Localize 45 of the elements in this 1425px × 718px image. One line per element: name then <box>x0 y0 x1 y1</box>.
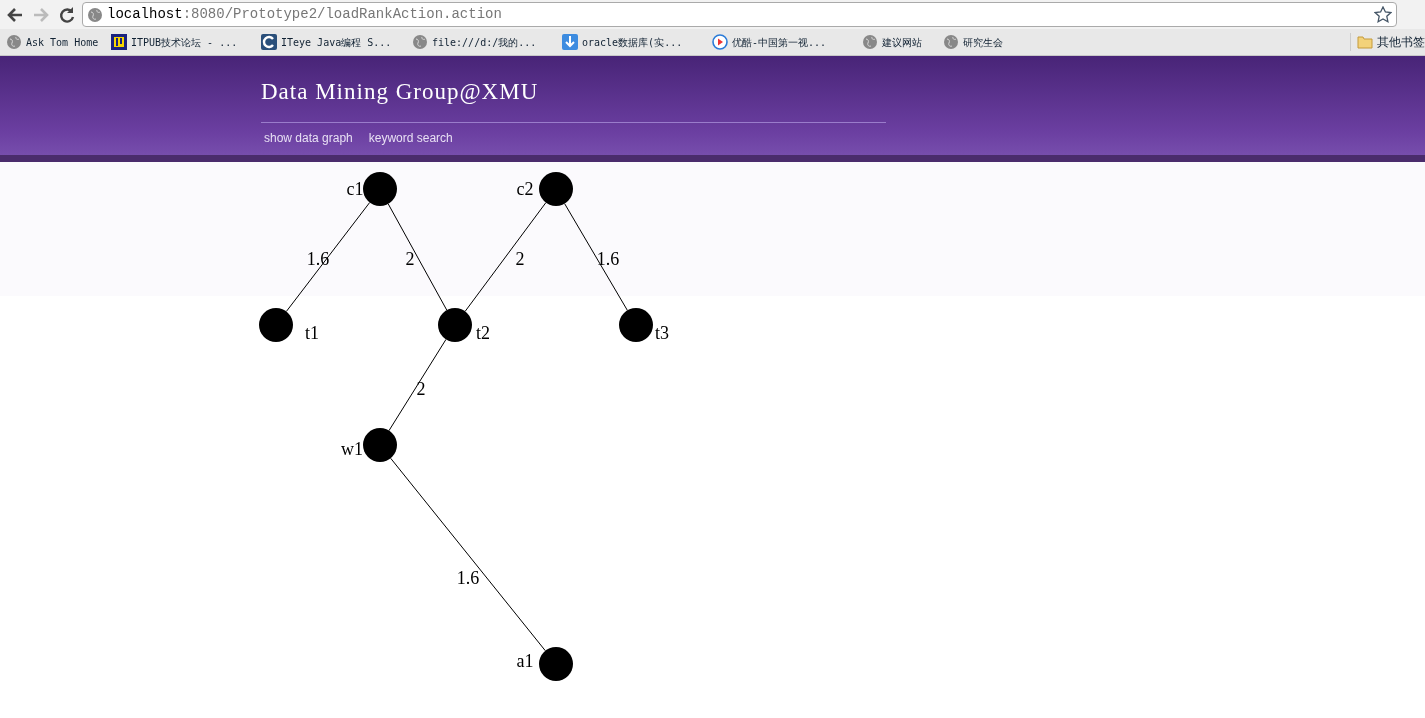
node-label: t2 <box>476 323 490 343</box>
nav-link[interactable]: show data graph <box>264 129 353 147</box>
square-logo-icon <box>111 34 127 50</box>
node-label: c2 <box>516 179 534 199</box>
address-bar[interactable]: localhost:8080/Prototype2/loadRankAction.action <box>82 2 1397 27</box>
node-label: a1 <box>516 651 534 671</box>
globe-icon <box>87 6 103 23</box>
folder-icon <box>1357 35 1373 49</box>
edge-weight: 1.6 <box>306 249 330 269</box>
graph-node <box>539 172 573 206</box>
node-label: t3 <box>655 323 669 343</box>
edge-weight: 1.6 <box>596 249 620 269</box>
globe-icon <box>6 34 22 50</box>
edge-weight: 2 <box>405 249 415 269</box>
graph-node <box>363 172 397 206</box>
other-bookmarks[interactable]: 其他书签 <box>1350 33 1425 51</box>
bookmark-item[interactable]: oracle数据库(实... <box>562 34 712 50</box>
edge-weight: 2 <box>416 379 426 399</box>
edge-weight: 2 <box>515 249 525 269</box>
bookmark-item[interactable]: file:///d:/我的... <box>412 34 562 50</box>
bookmark-item[interactable]: 建议网站 <box>862 34 943 50</box>
address-text: localhost:8080/Prototype2/loadRankAction.action <box>107 5 503 24</box>
bookmark-item[interactable]: ITPUB技术论坛 - ... <box>111 34 261 50</box>
globe-icon <box>412 34 428 50</box>
edge-weight: 1.6 <box>456 568 480 588</box>
graph-node <box>259 308 293 342</box>
star-icon[interactable] <box>1374 5 1392 24</box>
globe-icon <box>862 34 878 50</box>
bookmark-item[interactable]: ITeye Java编程 S... <box>261 34 412 50</box>
node-label: w1 <box>341 439 363 459</box>
square-logo-icon <box>261 34 277 50</box>
graph-node <box>539 647 573 681</box>
bookmark-item[interactable]: 研究生会 <box>943 34 1023 50</box>
graph-node <box>363 428 397 462</box>
bookmark-item[interactable]: 优酷-中国第一视... <box>712 34 862 50</box>
site-title: Data Mining Group@XMU <box>261 78 540 106</box>
nav-link[interactable]: keyword search <box>368 129 453 147</box>
play-icon <box>712 34 728 50</box>
node-label: c1 <box>346 179 364 199</box>
download-icon <box>562 34 578 50</box>
bookmark-item[interactable]: Ask Tom Home <box>6 34 111 50</box>
globe-icon <box>943 34 959 50</box>
graph-node <box>619 308 653 342</box>
graph-node <box>438 308 472 342</box>
node-label: t1 <box>305 323 319 343</box>
